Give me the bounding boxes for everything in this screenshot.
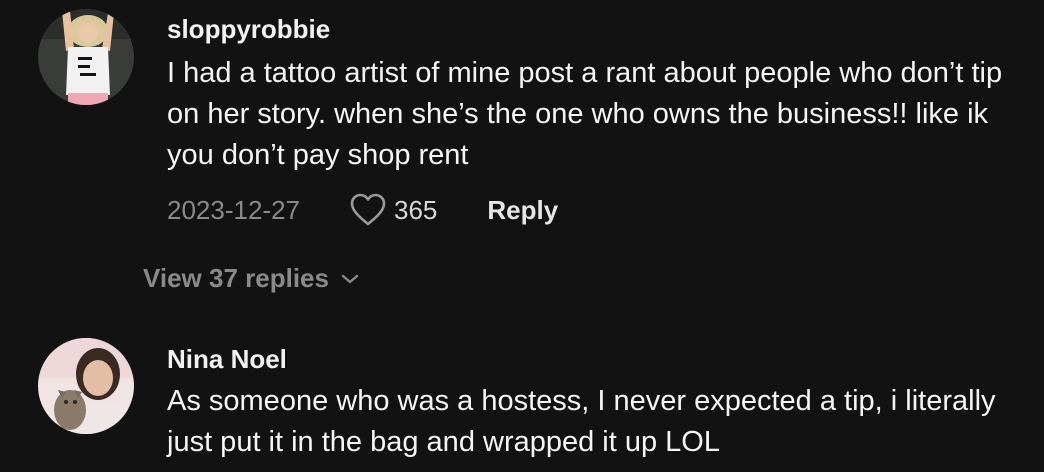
comment-text: As someone who was a hostess, I never ex… [167,385,996,458]
like-count: 365 [394,194,438,225]
comment-item: sloppyrobbie I had a tattoo artist of mi… [0,0,1044,320]
reply-button[interactable]: Reply [487,195,558,226]
heart-outline-icon [350,193,386,226]
chevron-down-icon [341,274,359,283]
view-replies-button[interactable]: View 37 replies [143,263,359,294]
comment-actions: 2023-12-27 365 Reply [167,192,558,228]
like-button[interactable]: 365 [350,193,437,227]
avatar-image [38,338,134,434]
comment-date: 2023-12-27 [167,194,300,225]
avatar-image [38,9,134,105]
view-replies-label: View 37 replies [143,263,329,293]
comment-username[interactable]: Nina Noel [167,344,287,375]
comment-text: I had a tattoo artist of mine post a ran… [167,57,1003,171]
comment-username[interactable]: sloppyrobbie [167,14,330,45]
avatar[interactable] [38,9,134,105]
avatar[interactable] [38,338,134,434]
comment-item: Nina Noel As someone who was a hostess, … [0,330,1044,472]
